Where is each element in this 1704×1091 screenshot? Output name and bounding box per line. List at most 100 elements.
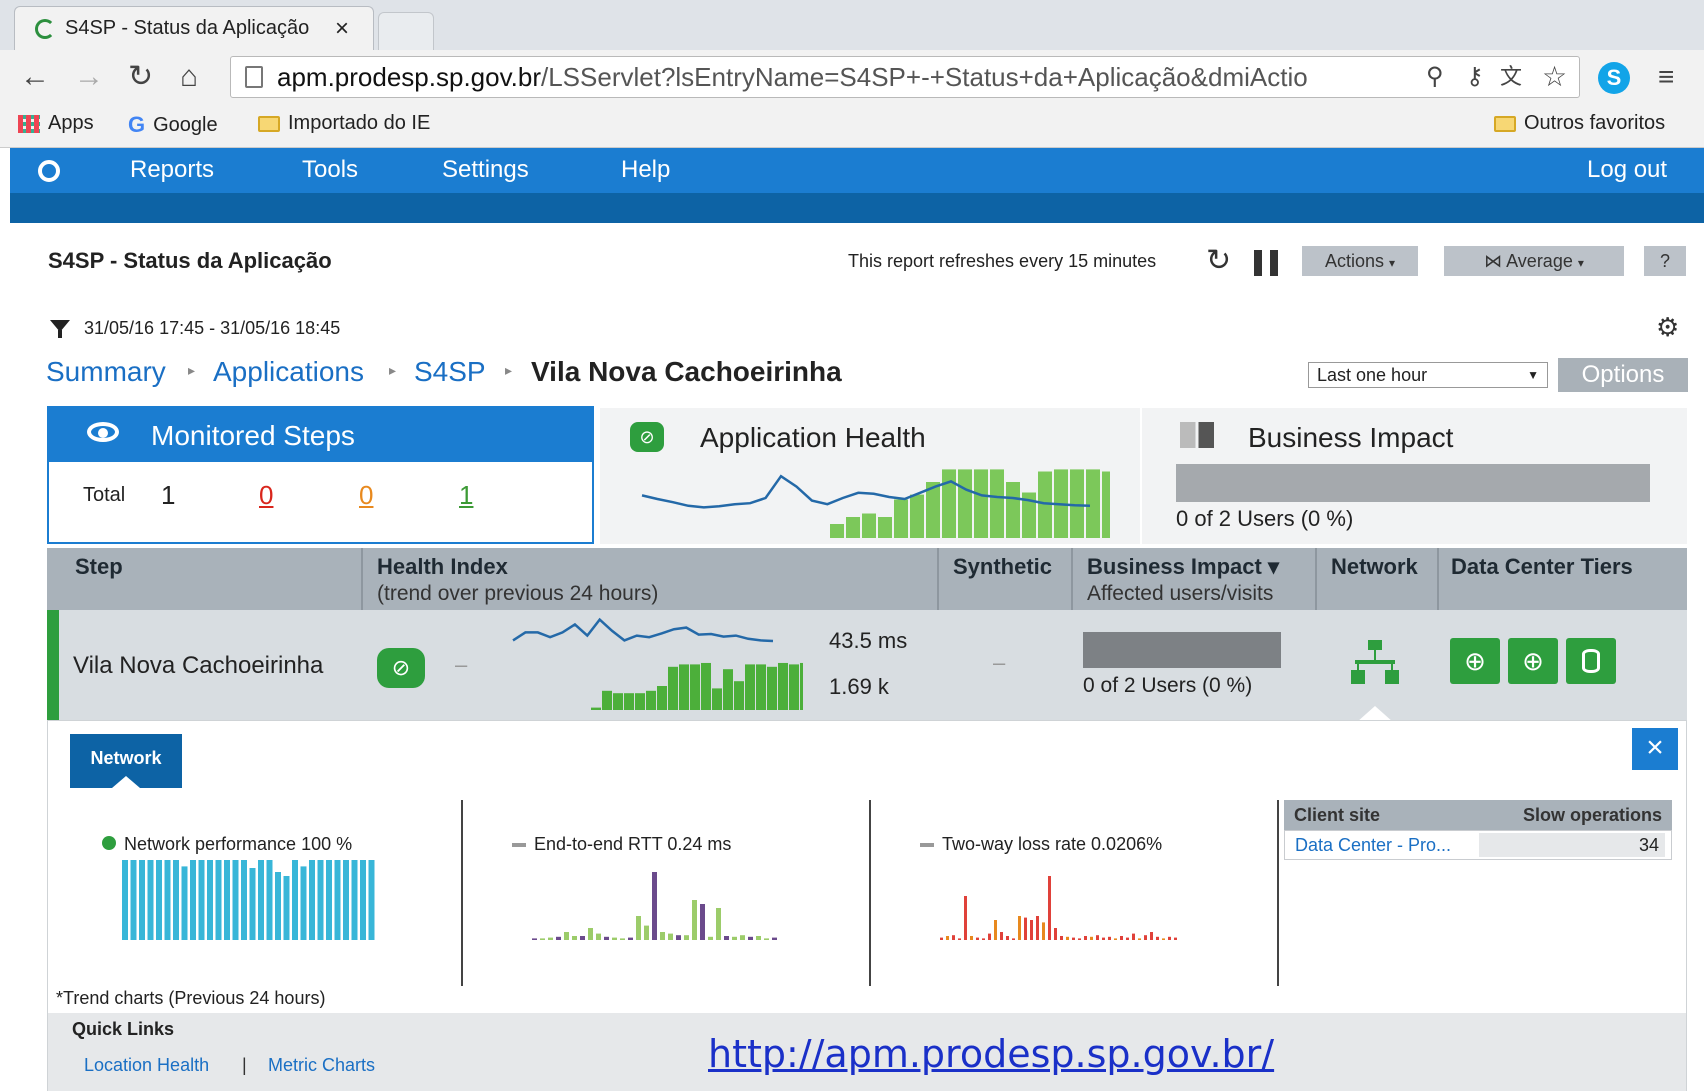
logo-icon[interactable] — [38, 160, 60, 182]
refresh-icon[interactable]: ↻ — [1206, 243, 1231, 278]
loss-bar — [988, 933, 991, 940]
health-bar — [1086, 469, 1100, 538]
address-bar[interactable]: apm.prodesp.sp.gov.br/LSServlet?lsEntryN… — [230, 56, 1580, 98]
average-button[interactable]: ⋈ Average ▾ — [1444, 246, 1624, 276]
reload-icon[interactable]: ↻ — [128, 58, 153, 96]
zoom-icon[interactable]: ⚲ — [1426, 58, 1444, 96]
network-icon[interactable] — [1351, 640, 1399, 686]
perf-bar — [266, 860, 273, 940]
rtt-bar — [548, 937, 553, 940]
table-row[interactable]: Vila Nova Cachoeirinha ⊘ – 43.5 ms 1.69 … — [47, 610, 1687, 722]
database-icon — [1582, 649, 1600, 673]
location-health-link[interactable]: Location Health — [84, 1055, 209, 1076]
home-icon[interactable]: ⌂ — [180, 58, 198, 96]
tier-database[interactable] — [1566, 638, 1616, 684]
chart-divider — [869, 800, 871, 986]
network-tab[interactable]: Network — [70, 734, 182, 788]
options-button[interactable]: Options — [1558, 358, 1688, 392]
rtt-bar — [684, 935, 689, 940]
bookmark-apps[interactable]: Apps — [18, 112, 94, 135]
rtt-bar — [636, 916, 641, 940]
rtt-bar — [708, 936, 713, 940]
actions-button[interactable]: Actions ▾ — [1302, 246, 1418, 276]
count-orange[interactable]: 0 — [359, 480, 373, 511]
back-icon[interactable]: ← — [20, 58, 50, 96]
loss-bar — [1018, 916, 1021, 940]
monitored-steps-card[interactable]: Monitored Steps Total 1 0 0 1 — [47, 406, 594, 544]
row-bar — [679, 664, 689, 710]
gear-icon[interactable]: ⚙ — [1656, 312, 1679, 343]
key-icon[interactable]: ⚷ — [1466, 58, 1484, 96]
loss-bar — [1174, 937, 1177, 940]
nav-settings[interactable]: Settings — [442, 156, 529, 184]
loss-bar — [1114, 938, 1117, 940]
tier-web-1[interactable]: ⊕ — [1450, 638, 1500, 684]
translate-icon[interactable]: 文 — [1500, 58, 1522, 96]
loss-bar — [1042, 922, 1045, 940]
nav-tools[interactable]: Tools — [302, 156, 358, 184]
status-dot — [102, 836, 116, 850]
close-icon[interactable]: × — [1632, 728, 1678, 770]
loss-bar — [1168, 936, 1171, 940]
row-bar — [701, 662, 711, 710]
menu-icon[interactable]: ≡ — [1658, 58, 1674, 96]
bookmark-importado[interactable]: Importado do IE — [258, 112, 430, 135]
new-tab-button[interactable] — [378, 12, 434, 50]
business-impact-card[interactable]: Business Impact 0 of 2 Users (0 %) — [1142, 408, 1687, 544]
tab-close-icon[interactable]: × — [335, 15, 349, 43]
perf-bar — [249, 868, 256, 940]
col-network[interactable]: Network — [1331, 554, 1418, 580]
perf-bar — [317, 860, 324, 940]
col-health[interactable]: Health Index (trend over previous 24 hour… — [377, 554, 658, 606]
timeframe-select[interactable]: Last one hour ▼ — [1308, 362, 1548, 388]
skype-icon[interactable]: S — [1598, 62, 1630, 94]
logout-link[interactable]: Log out — [1587, 156, 1667, 184]
client-site-link[interactable]: Data Center - Pro... — [1295, 831, 1451, 859]
col-tiers[interactable]: Data Center Tiers — [1451, 554, 1633, 580]
metric-charts-link[interactable]: Metric Charts — [268, 1055, 375, 1076]
breadcrumb-summary[interactable]: Summary — [46, 356, 166, 388]
chart-divider — [1277, 800, 1279, 986]
star-icon[interactable]: ☆ — [1542, 58, 1567, 96]
business-impact-value: 0 of 2 Users (0 %) — [1176, 506, 1354, 531]
overlay-url[interactable]: http://apm.prodesp.sp.gov.br/ — [708, 1032, 1274, 1076]
rtt-bar — [668, 933, 673, 940]
loss-bar — [1078, 938, 1081, 940]
health-bar — [942, 469, 956, 538]
loss-bar — [1048, 876, 1051, 940]
forward-icon[interactable]: → — [74, 58, 104, 96]
rtt-bar — [572, 936, 577, 940]
perf-label: Network performance 100 % — [102, 834, 352, 855]
rtt-bar — [676, 935, 681, 940]
col-synthetic[interactable]: Synthetic — [953, 554, 1052, 580]
col-step[interactable]: Step — [75, 554, 123, 580]
loss-bar — [1144, 935, 1147, 940]
col-divider — [1315, 548, 1317, 610]
rtt-bar — [732, 936, 737, 940]
rtt-bar — [764, 938, 769, 940]
nav-reports[interactable]: Reports — [130, 156, 214, 184]
application-health-card[interactable]: ⊘ Application Health — [600, 408, 1140, 544]
health-bar — [958, 469, 972, 538]
count-green[interactable]: 1 — [459, 480, 473, 511]
bookmark-google[interactable]: G Google — [128, 112, 218, 138]
pause-icon[interactable] — [1254, 250, 1278, 276]
col-business[interactable]: Business Impact ▾ Affected users/visits — [1087, 554, 1279, 606]
nav-help[interactable]: Help — [621, 156, 670, 184]
perf-bar — [215, 860, 222, 940]
row-step-name[interactable]: Vila Nova Cachoeirinha — [73, 652, 323, 680]
bookmark-outros[interactable]: Outros favoritos — [1494, 112, 1665, 135]
rtt-bar — [692, 900, 697, 940]
help-button[interactable]: ? — [1644, 246, 1686, 276]
tier-web-2[interactable]: ⊕ — [1508, 638, 1558, 684]
bookmarks-bar: Apps G Google Importado do IE Outros fav… — [0, 104, 1704, 148]
browser-tab[interactable]: S4SP - Status da Aplicação × — [14, 6, 374, 50]
breadcrumb-applications[interactable]: Applications — [213, 356, 364, 388]
count-red[interactable]: 0 — [259, 480, 273, 511]
perf-bar — [207, 860, 213, 940]
perf-bar — [198, 860, 205, 940]
breadcrumb-s4sp[interactable]: S4SP — [414, 356, 486, 388]
chrome-reload-icon — [35, 18, 55, 39]
row-bar — [745, 664, 755, 710]
table-row[interactable]: Data Center - Pro... 34 — [1284, 830, 1672, 860]
